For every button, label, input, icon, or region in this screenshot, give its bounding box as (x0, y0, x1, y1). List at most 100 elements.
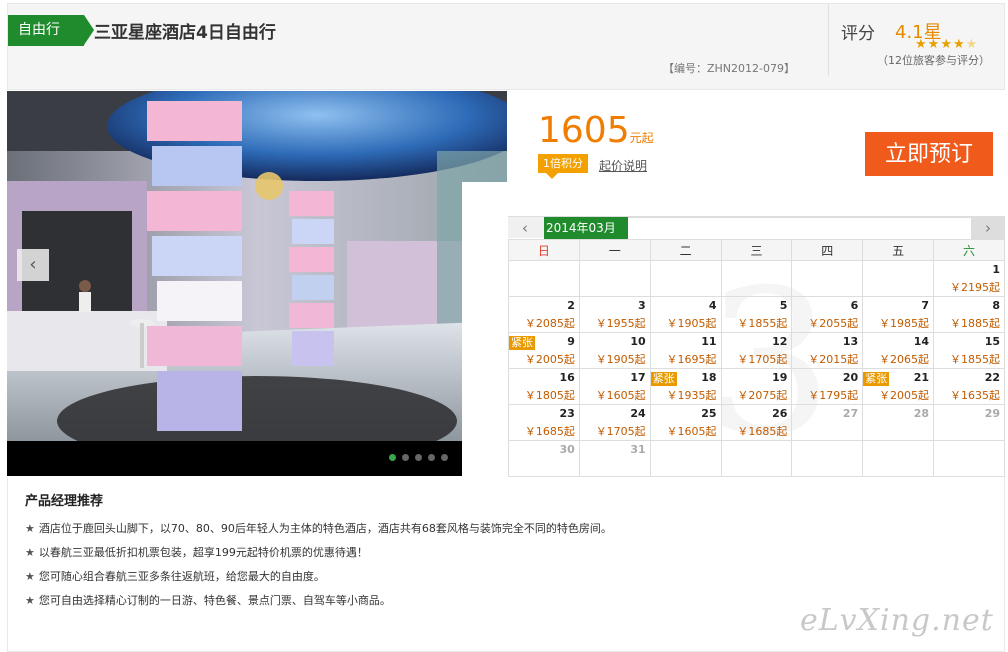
calendar-week: 紧张 9 ￥2005起 10 ￥1905起 11 ￥1695起 12 ￥1705起 13 ￥2015… (508, 332, 1005, 369)
day-number: 12 (772, 335, 788, 348)
calendar-day: 30 (508, 440, 580, 477)
gallery-dot[interactable] (441, 454, 448, 461)
list-item: ★ 酒店位于鹿回头山脚下，以70、80、90后年轻人为主体的特色酒店，酒店共有68… (25, 517, 612, 541)
calendar-day[interactable]: 4 ￥1905起 (649, 296, 722, 333)
calendar-day[interactable]: 13 ￥2015起 (791, 332, 864, 369)
booking-panel: 1605元起 1倍积分 起价说明 立即预订 ‹ 2014年03月 › 3 日一二… (508, 91, 1005, 477)
calendar-day[interactable]: 22 ￥1635起 (933, 368, 1005, 405)
day-price: ￥1855起 (737, 317, 788, 330)
calendar-day: 31 (578, 440, 651, 477)
gallery-dot[interactable] (389, 454, 396, 461)
gallery-dot[interactable] (428, 454, 435, 461)
calendar-day[interactable]: 20 ￥1795起 (791, 368, 864, 405)
calendar-empty-cell (578, 260, 651, 297)
weekday-label: 六 (933, 239, 1005, 261)
gallery-prev-button[interactable]: ‹ (17, 249, 49, 281)
calendar-nav: ‹ 2014年03月 › (508, 216, 1005, 239)
day-number: 30 (559, 443, 575, 456)
calendar-day[interactable]: 14 ￥2065起 (862, 332, 935, 369)
gallery-next-button[interactable]: › (462, 182, 507, 476)
weekday-label: 日 (508, 239, 580, 261)
weekday-label: 二 (649, 239, 722, 261)
price-note-link[interactable]: 起价说明 (599, 157, 647, 174)
calendar-day[interactable]: 17 ￥1605起 (578, 368, 651, 405)
calendar-day[interactable]: 23 ￥1685起 (508, 404, 580, 441)
calendar-day[interactable]: 16 ￥1805起 (508, 368, 580, 405)
calendar-day[interactable]: 7 ￥1985起 (862, 296, 935, 333)
day-number: 4 (708, 299, 717, 312)
day-price: ￥2015起 (808, 353, 859, 366)
rating-stars: ★★★★★ (915, 37, 978, 52)
product-header: 自由行 三亚星座酒店4日自由行 【编号：ZHN2012-079】 评分 4.1星… (7, 3, 1005, 90)
calendar-empty-cell (720, 260, 793, 297)
calendar-empty-cell (720, 440, 793, 477)
price-unit: 元起 (629, 131, 654, 145)
calendar-day[interactable]: 3 ￥1955起 (578, 296, 651, 333)
gallery-dot[interactable] (415, 454, 422, 461)
calendar-day[interactable]: 11 ￥1695起 (649, 332, 722, 369)
calendar-day[interactable]: 25 ￥1605起 (649, 404, 722, 441)
day-number: 25 (701, 407, 717, 420)
calendar-day[interactable]: 紧张 21 ￥2005起 (862, 368, 935, 405)
calendar-day[interactable]: 2 ￥2085起 (508, 296, 580, 333)
day-number: 23 (559, 407, 575, 420)
calendar-week: 1 ￥2195起 (508, 260, 1005, 297)
recommendation-list: ★ 酒店位于鹿回头山脚下，以70、80、90后年轻人为主体的特色酒店，酒店共有68… (25, 517, 612, 613)
calendar-day[interactable]: 6 ￥2055起 (791, 296, 864, 333)
price-value: 1605 (538, 110, 630, 151)
bullet-star-icon: ★ (25, 594, 35, 607)
day-number: 2 (567, 299, 575, 312)
calendar-empty-cell (508, 260, 580, 297)
bullet-star-icon: ★ (25, 522, 35, 535)
star-icon: ★ (915, 37, 928, 52)
calendar-day: 28 (862, 404, 935, 441)
day-number: 15 (984, 335, 1000, 348)
day-number: 6 (850, 299, 859, 312)
day-price: ￥1605起 (666, 425, 717, 438)
star-icon: ★ (965, 37, 979, 52)
site-watermark: eLvXing.net (800, 603, 994, 638)
book-now-button[interactable]: 立即预订 (865, 132, 993, 176)
day-price: ￥1705起 (595, 425, 646, 438)
availability-tag: 紧张 (650, 372, 677, 386)
chevron-right-icon: › (985, 219, 991, 237)
calendar-next-button[interactable]: › (971, 217, 1005, 239)
gallery-pagination (389, 454, 448, 464)
price: 1605元起 (538, 111, 654, 158)
calendar-empty-cell (933, 440, 1005, 477)
bullet-star-icon: ★ (25, 546, 35, 559)
calendar-prev-button[interactable]: ‹ (508, 217, 542, 239)
calendar-day[interactable]: 10 ￥1905起 (578, 332, 651, 369)
day-price: ￥1685起 (524, 425, 575, 438)
day-number: 22 (984, 371, 1000, 384)
calendar-day[interactable]: 12 ￥1705起 (720, 332, 793, 369)
day-number: 17 (630, 371, 646, 384)
calendar-day[interactable]: 15 ￥1855起 (933, 332, 1005, 369)
bullet-star-icon: ★ (25, 570, 35, 583)
list-item-text: 您可自由选择精心订制的一日游、特色餐、景点门票、自驾车等小商品。 (38, 594, 391, 607)
day-price: ￥2055起 (808, 317, 859, 330)
calendar-month-tab[interactable]: 2014年03月 (544, 217, 628, 239)
day-number: 21 (913, 371, 930, 384)
calendar-day[interactable]: 26 ￥1685起 (720, 404, 793, 441)
photo-gallery[interactable]: ‹ › (7, 91, 507, 476)
day-number: 28 (913, 407, 930, 420)
calendar-month-strip (628, 217, 971, 239)
calendar-day[interactable]: 紧张 9 ￥2005起 (508, 332, 580, 369)
gallery-dot[interactable] (402, 454, 409, 461)
day-number: 7 (921, 299, 930, 312)
calendar-day[interactable]: 8 ￥1885起 (933, 296, 1005, 333)
day-number: 19 (772, 371, 788, 384)
list-item-text: 酒店位于鹿回头山脚下，以70、80、90后年轻人为主体的特色酒店，酒店共有68套… (38, 522, 612, 535)
day-price: ￥1795起 (808, 389, 859, 402)
price-calendar: 日一二三四五六 1 ￥2195起 2 ￥2085起 3 ￥1955起 4 ￥1905起 5 ￥18… (508, 239, 1005, 477)
day-price: ￥1985起 (879, 317, 930, 330)
calendar-day[interactable]: 24 ￥1705起 (578, 404, 651, 441)
calendar-day[interactable]: 紧张 18 ￥1935起 (649, 368, 722, 405)
calendar-day[interactable]: 5 ￥1855起 (720, 296, 793, 333)
product-page: 自由行 三亚星座酒店4日自由行 【编号：ZHN2012-079】 评分 4.1星… (0, 0, 1008, 652)
calendar-day[interactable]: 1 ￥2195起 (933, 260, 1005, 297)
calendar-day[interactable]: 19 ￥2075起 (720, 368, 793, 405)
day-number: 9 (567, 335, 575, 348)
calendar-week: 23 ￥1685起 24 ￥1705起 25 ￥1605起 26 ￥1685起 27 28 29 (508, 404, 1005, 441)
